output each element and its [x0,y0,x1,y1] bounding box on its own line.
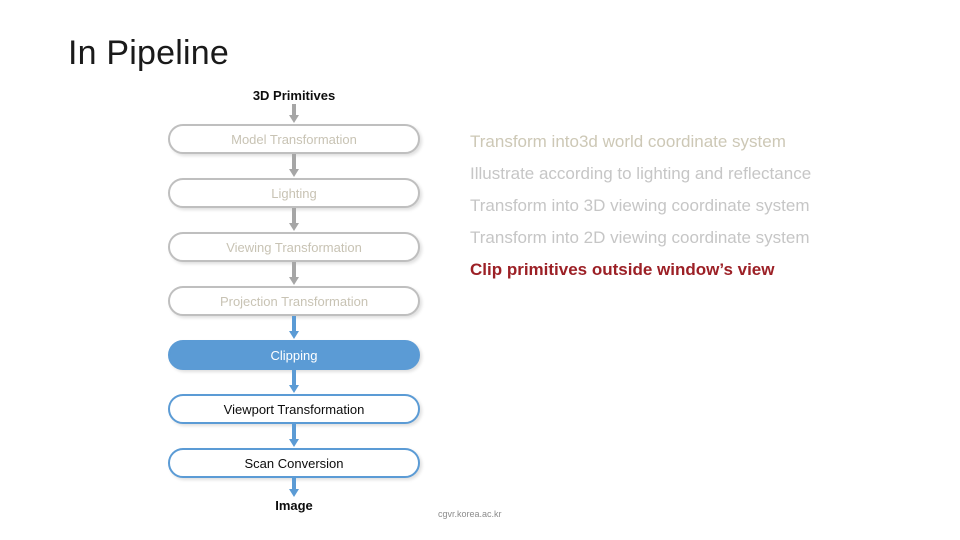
arrow-down-icon [168,370,420,394]
pipeline-stage-viewing-transformation[interactable]: Viewing Transformation [168,232,420,262]
stage-description-clipping: Clip primitives outside window’s view [470,258,830,282]
pipeline-stage-clipping[interactable]: Clipping [168,340,420,370]
stage-description-viewing-transformation: Transform into 3D viewing coordinate sys… [470,194,830,218]
stage-description-lighting: Illustrate according to lighting and ref… [470,162,830,186]
description-text: Clip primitives outside window’s view [470,260,775,279]
arrow-down-icon [168,316,420,340]
arrow-head [289,115,299,123]
arrow-head [289,439,299,447]
description-text: Illustrate according to lighting and ref… [470,164,812,183]
footer-url: cgvr.korea.ac.kr [438,509,502,519]
stage-label: Projection Transformation [219,293,369,309]
stage-label: Viewing Transformation [226,239,362,255]
stage-label: Lighting [271,185,317,201]
pipeline-stage-scan-conversion[interactable]: Scan Conversion [168,448,420,478]
stage-label: Viewport Transformation [223,401,365,417]
stage-label: Scan Conversion [244,455,344,471]
description-text: Transform into3d world coordinate system [470,132,786,151]
flowchart-output-label: Image [275,498,313,513]
pipeline-stage-lighting[interactable]: Lighting [168,178,420,208]
stage-description-projection-transformation: Transform into 2D viewing coordinate sys… [470,226,830,250]
description-text: Transform into 2D viewing coordinate sys… [470,228,810,247]
arrow-head [289,277,299,285]
stage-description-list: Transform into3d world coordinate system… [470,130,830,290]
arrow-down-icon [168,104,420,124]
stage-description-model-transformation: Transform into3d world coordinate system [470,130,830,154]
arrow-head [289,489,299,497]
flowchart-input-label: 3D Primitives [252,88,336,103]
arrow-down-icon [168,208,420,232]
pipeline-flowchart: 3D Primitives Model Transformation Light… [168,88,420,514]
arrow-down-icon [168,262,420,286]
arrow-head [289,223,299,231]
pipeline-stage-model-transformation[interactable]: Model Transformation [168,124,420,154]
description-text: Transform into 3D viewing coordinate sys… [470,196,810,215]
page-title: In Pipeline [68,34,229,72]
arrow-head [289,331,299,339]
pipeline-stage-projection-transformation[interactable]: Projection Transformation [168,286,420,316]
arrow-head [289,169,299,177]
arrow-down-icon [168,154,420,178]
arrow-head [289,385,299,393]
arrow-down-icon [168,424,420,448]
arrow-down-icon [168,478,420,498]
pipeline-stage-viewport-transformation[interactable]: Viewport Transformation [168,394,420,424]
stage-label: Model Transformation [231,131,357,147]
stage-label: Clipping [270,347,318,363]
